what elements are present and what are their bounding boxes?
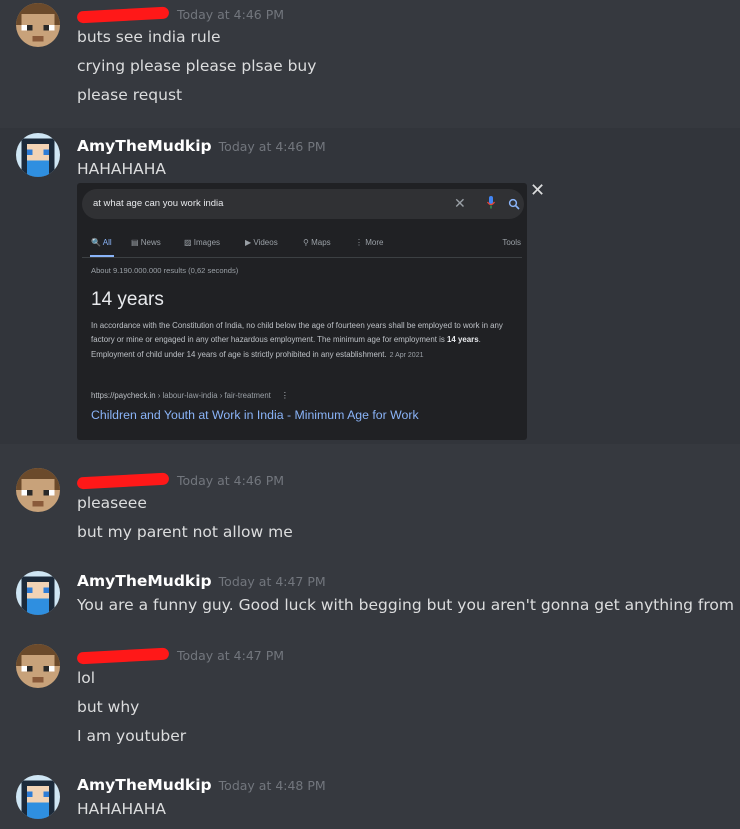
microphone-icon (486, 196, 496, 215)
message-group: AmyTheMudkip Today at 4:47 PM You are a f… (0, 568, 740, 628)
redacted-username (76, 472, 170, 489)
avatar[interactable] (16, 3, 60, 47)
timestamp: Today at 4:47 PM (177, 648, 285, 663)
avatar[interactable] (16, 133, 60, 177)
message-header: AmyTheMudkip Today at 4:46 PM (77, 136, 326, 158)
message-text: HAHAHAHA (77, 160, 167, 178)
clear-search-icon: ✕ (454, 195, 466, 211)
message-text: please requst (77, 86, 183, 104)
message-text: I am youtuber (77, 727, 187, 745)
message-text: pleaseee (77, 494, 147, 512)
tools-label: Tools (502, 238, 521, 247)
search-icon (508, 197, 520, 215)
tab-maps: ⚲ Maps (303, 238, 331, 247)
avatar[interactable] (16, 468, 60, 512)
timestamp: Today at 4:46 PM (177, 7, 285, 22)
message-text: You are a funny guy. Good luck with begg… (77, 596, 740, 614)
redacted-username (76, 6, 170, 23)
snippet-date: 2 Apr 2021 (389, 351, 424, 359)
avatar[interactable] (16, 775, 60, 819)
message-header: AmyTheMudkip Today at 4:48 PM (77, 775, 326, 797)
screenshot-embed[interactable]: at what age can you work india ✕ 🔍 All ▤… (77, 183, 527, 440)
search-box[interactable]: at what age can you work india ✕ (82, 189, 524, 219)
message-header: AmyTheMudkip Today at 4:47 PM (77, 571, 326, 593)
tab-news: ▤ News (131, 238, 161, 247)
message-group: Today at 4:46 PM pleaseee but my parent … (0, 458, 740, 558)
featured-snippet: In accordance with the Constitution of I… (91, 321, 503, 359)
username[interactable]: AmyTheMudkip (77, 137, 212, 155)
message-text: but my parent not allow me (77, 523, 293, 541)
message-group: Today at 4:47 PM lol but why I am youtub… (0, 640, 740, 760)
search-query: at what age can you work india (93, 198, 224, 209)
result-title-link: Children and Youth at Work in India - Mi… (91, 408, 419, 422)
timestamp: Today at 4:46 PM (177, 473, 285, 488)
tab-images: ▨ Images (184, 238, 221, 247)
message-header: Today at 4:46 PM (76, 470, 285, 492)
avatar[interactable] (16, 644, 60, 688)
message-text: but why (77, 698, 140, 716)
message-header: Today at 4:47 PM (76, 645, 285, 667)
message-group: AmyTheMudkip Today at 4:48 PM HAHAHAHA (0, 772, 740, 829)
featured-answer: 14 years (91, 289, 164, 310)
tab-more: ⋮ More (355, 238, 384, 247)
redacted-username (76, 647, 170, 664)
avatar[interactable] (16, 571, 60, 615)
result-cite: https://paycheck.in › labour-law-india ›… (91, 391, 289, 400)
username[interactable]: AmyTheMudkip (77, 776, 212, 794)
message-text: buts see india rule (77, 28, 221, 46)
tab-all: 🔍 All (91, 238, 112, 247)
username[interactable]: AmyTheMudkip (77, 572, 212, 590)
message-text: HAHAHAHA (77, 800, 167, 818)
timestamp: Today at 4:48 PM (218, 778, 326, 793)
message-text: crying please please plsae buy (77, 57, 317, 75)
message-header: Today at 4:46 PM (76, 4, 285, 26)
tab-videos: ▶ Videos (245, 238, 278, 247)
result-stats: About 9.190.000.000 results (0,62 second… (91, 266, 239, 275)
message-text: lol (77, 669, 96, 687)
close-icon[interactable]: ✕ (530, 180, 545, 201)
divider (82, 257, 522, 258)
timestamp: Today at 4:47 PM (218, 574, 326, 589)
message-group: Today at 4:46 PM buts see india rule cry… (0, 0, 740, 128)
timestamp: Today at 4:46 PM (218, 139, 326, 154)
